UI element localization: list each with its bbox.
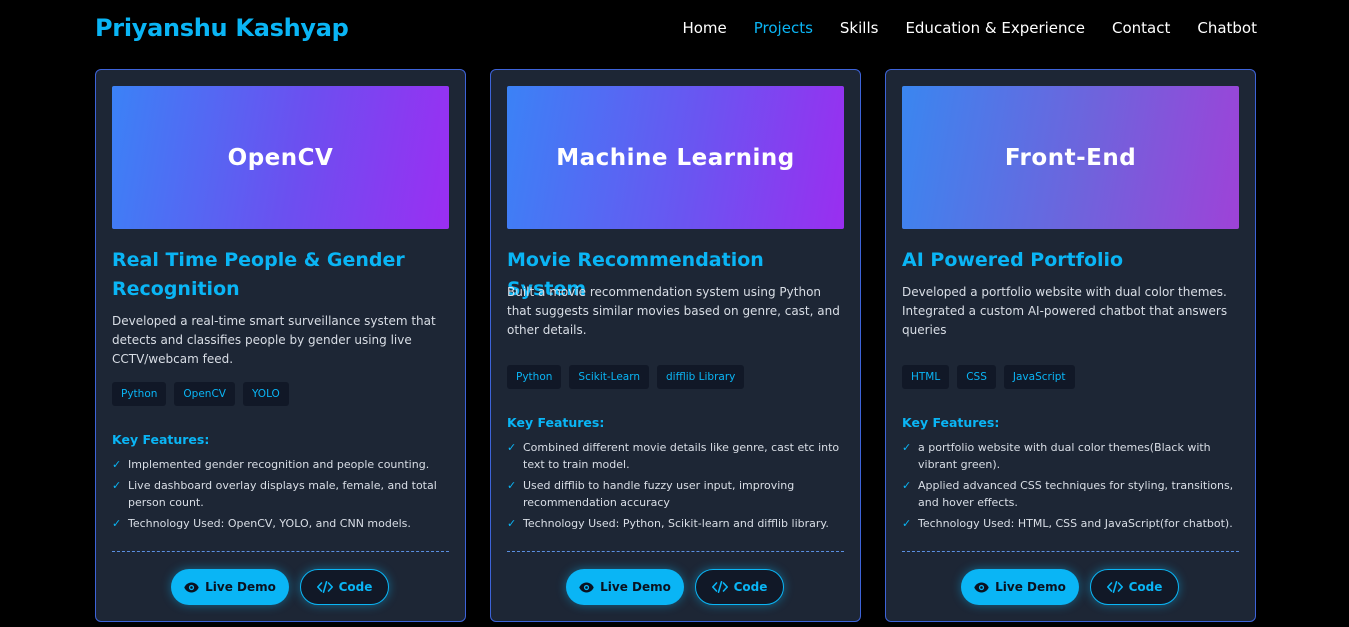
code-label: Code (733, 580, 768, 594)
check-icon: ✓ (902, 479, 912, 492)
feature-item: ✓ Applied advanced CSS techniques for st… (902, 477, 1247, 511)
nav-chatbot[interactable]: Chatbot (1197, 19, 1257, 37)
feature-item: ✓ Technology Used: Python, Scikit-learn … (507, 515, 852, 532)
site-header: Priyanshu Kashyap Home Projects Skills E… (0, 0, 1349, 60)
live-demo-button[interactable]: Live Demo (566, 569, 684, 605)
card-divider (902, 551, 1239, 552)
check-icon: ✓ (507, 441, 517, 454)
key-features-title: Key Features: (112, 432, 210, 447)
nav-projects[interactable]: Projects (754, 19, 813, 37)
live-demo-label: Live Demo (995, 580, 1066, 594)
eye-icon (974, 582, 989, 592)
project-card-front-end: Front-End AI Powered Portfolio Developed… (885, 69, 1256, 622)
feature-item: ✓ Live dashboard overlay displays male, … (112, 477, 457, 511)
feature-item: ✓ Technology Used: HTML, CSS and JavaScr… (902, 515, 1247, 532)
feature-text: Technology Used: Python, Scikit-learn an… (523, 517, 829, 530)
live-demo-button[interactable]: Live Demo (171, 569, 289, 605)
feature-text: Technology Used: HTML, CSS and JavaScrip… (918, 517, 1233, 530)
project-banner: Machine Learning (507, 86, 844, 229)
live-demo-label: Live Demo (205, 580, 276, 594)
project-title: Real Time People & Gender Recognition (112, 249, 405, 300)
key-features-title: Key Features: (507, 415, 605, 430)
eye-icon (579, 582, 594, 592)
code-label: Code (338, 580, 373, 594)
project-description: Developed a real-time smart surveillance… (112, 314, 436, 366)
code-icon (1106, 581, 1123, 593)
live-demo-label: Live Demo (600, 580, 671, 594)
check-icon: ✓ (112, 517, 122, 530)
tech-tag: HTML (902, 365, 950, 389)
key-features-title: Key Features: (902, 415, 1000, 430)
feature-text: Combined different movie details like ge… (523, 441, 840, 471)
check-icon: ✓ (112, 458, 122, 471)
tech-tags: Python OpenCV YOLO (112, 382, 289, 406)
project-description: Built a movie recommendation system usin… (507, 285, 840, 337)
code-icon (316, 581, 333, 593)
code-button[interactable]: Code (300, 569, 389, 605)
feature-text: Technology Used: OpenCV, YOLO, and CNN m… (128, 517, 411, 530)
tech-tag: difflib Library (657, 365, 745, 389)
nav-education-experience[interactable]: Education & Experience (905, 19, 1085, 37)
key-features-list: ✓ Combined different movie details like … (507, 439, 852, 536)
key-features-list: ✓ a portfolio website with dual color th… (902, 439, 1247, 536)
check-icon: ✓ (902, 517, 912, 530)
code-button[interactable]: Code (1090, 569, 1179, 605)
nav-skills[interactable]: Skills (840, 19, 879, 37)
check-icon: ✓ (112, 479, 122, 492)
check-icon: ✓ (507, 517, 517, 530)
tech-tag: OpenCV (174, 382, 235, 406)
tech-tag: CSS (957, 365, 996, 389)
site-brand[interactable]: Priyanshu Kashyap (95, 14, 349, 42)
card-divider (507, 551, 844, 552)
feature-item: ✓ Used difflib to handle fuzzy user inpu… (507, 477, 852, 511)
tech-tag: JavaScript (1003, 365, 1075, 389)
feature-item: ✓ a portfolio website with dual color th… (902, 439, 1247, 473)
feature-item: ✓ Implemented gender recognition and peo… (112, 456, 457, 473)
feature-item: ✓ Technology Used: OpenCV, YOLO, and CNN… (112, 515, 457, 532)
tech-tag: YOLO (242, 382, 289, 406)
tech-tags: Python Scikit-Learn difflib Library (507, 365, 745, 389)
key-features-list: ✓ Implemented gender recognition and peo… (112, 456, 457, 536)
project-description: Developed a portfolio website with dual … (902, 285, 1228, 337)
tech-tag: Scikit-Learn (569, 365, 650, 389)
check-icon: ✓ (507, 479, 517, 492)
feature-text: Live dashboard overlay displays male, fe… (128, 479, 437, 509)
live-demo-button[interactable]: Live Demo (961, 569, 1079, 605)
nav-home[interactable]: Home (682, 19, 726, 37)
project-title: AI Powered Portfolio (902, 249, 1124, 271)
tech-tags: HTML CSS JavaScript (902, 365, 1075, 389)
feature-item: ✓ Combined different movie details like … (507, 439, 852, 473)
feature-text: Implemented gender recognition and peopl… (128, 458, 430, 471)
feature-text: a portfolio website with dual color them… (918, 441, 1211, 471)
tech-tag: Python (112, 382, 167, 406)
feature-text: Used difflib to handle fuzzy user input,… (523, 479, 795, 509)
tech-tag: Python (507, 365, 562, 389)
project-banner: Front-End (902, 86, 1239, 229)
feature-text: Applied advanced CSS techniques for styl… (918, 479, 1234, 509)
project-card-opencv: OpenCV Real Time People & Gender Recogni… (95, 69, 466, 622)
card-divider (112, 551, 449, 552)
nav-contact[interactable]: Contact (1112, 19, 1170, 37)
check-icon: ✓ (902, 441, 912, 454)
code-button[interactable]: Code (695, 569, 784, 605)
code-label: Code (1128, 580, 1163, 594)
code-icon (711, 581, 728, 593)
eye-icon (184, 582, 199, 592)
project-banner: OpenCV (112, 86, 449, 229)
project-card-machine-learning: Machine Learning Movie Recommendation Sy… (490, 69, 861, 622)
main-nav: Home Projects Skills Education & Experie… (682, 19, 1257, 37)
